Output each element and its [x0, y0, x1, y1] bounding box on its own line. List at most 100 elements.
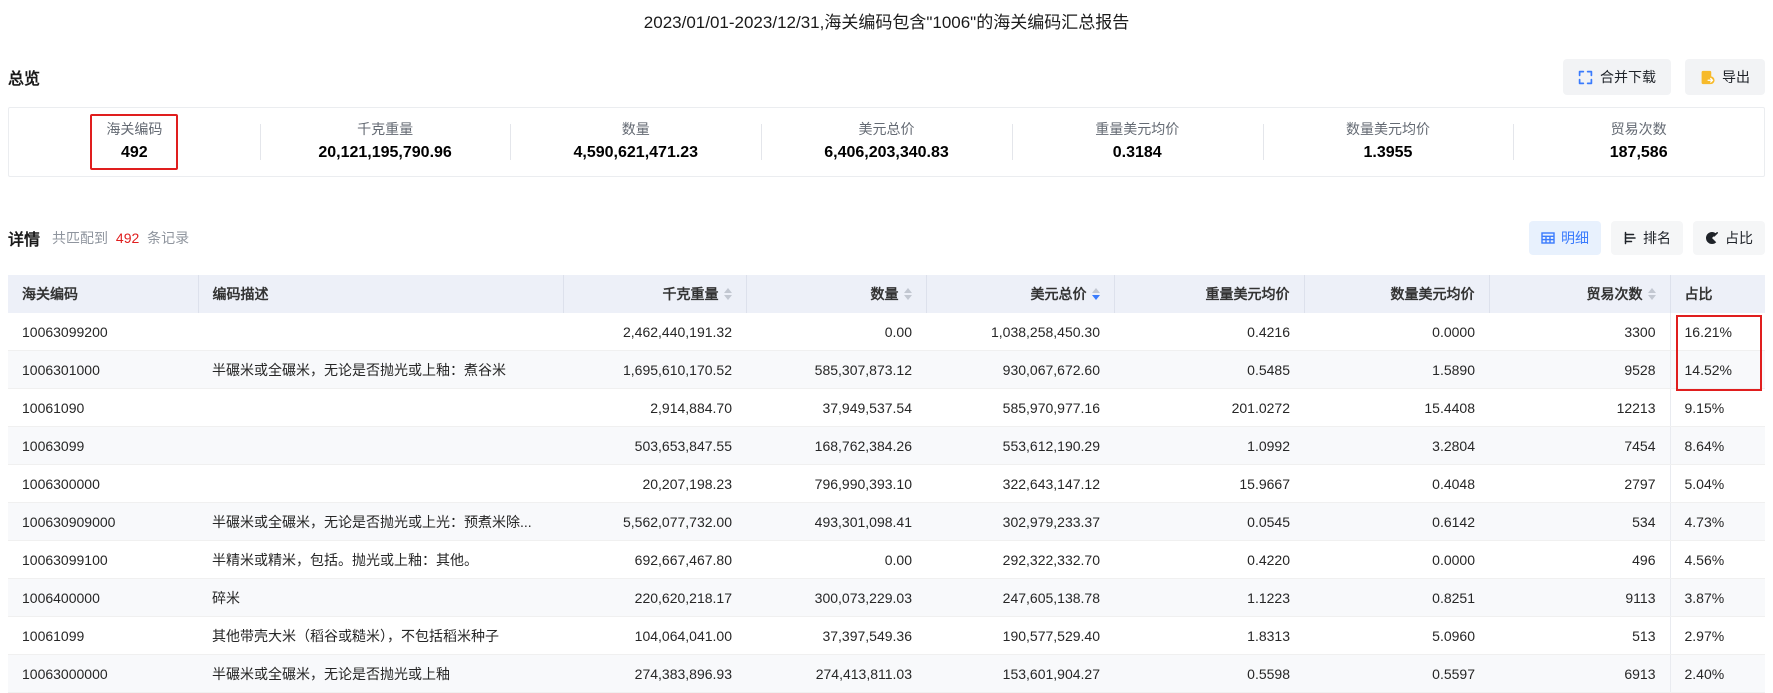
view-tabs: 明细排名 占比 — [1529, 221, 1765, 255]
stat-highlight-annotation: 海关编码492 — [90, 114, 178, 170]
cell-description — [198, 427, 563, 465]
match-count: 492 — [116, 230, 139, 246]
details-section-title: 详情 — [8, 226, 40, 250]
sort-asc-icon — [724, 288, 732, 293]
cell-usd-total: 930,067,672.60 — [926, 351, 1114, 389]
column-header-inner: 重量美元均价 — [1206, 284, 1290, 304]
sort-asc-icon — [1092, 288, 1100, 293]
cell-ratio: 4.73% — [1670, 503, 1765, 541]
cell-usd-per-qty-avg: 3.2804 — [1304, 427, 1489, 465]
table-row: 10061099其他带壳大米（稻谷或糙米），不包括稻米种子104,064,041… — [8, 617, 1765, 655]
cell-usd-total: 292,322,332.70 — [926, 541, 1114, 579]
cell-trade-count: 9528 — [1489, 351, 1670, 389]
column-label: 数量美元均价 — [1391, 284, 1475, 304]
details-left: 详情 共匹配到 492 条记录 — [8, 226, 189, 250]
cell-usd-per-qty-avg: 0.6142 — [1304, 503, 1489, 541]
export-icon — [1700, 70, 1715, 85]
sort-desc-icon — [724, 295, 732, 300]
column-header-quantity[interactable]: 数量 — [746, 275, 926, 313]
cell-trade-count: 534 — [1489, 503, 1670, 541]
cell-usd-per-qty-avg: 0.8251 — [1304, 579, 1489, 617]
details-table-wrap: 海关编码编码描述 千克重量 数量美元总价 重量美元均价 数量美元均价 贸易次数 占比 100… — [8, 275, 1765, 693]
table-row: 1006301000半碾米或全碾米，无论是否抛光或上釉：煮谷米1,695,610… — [8, 351, 1765, 389]
stat-label: 海关编码 — [106, 119, 162, 139]
cell-quantity: 300,073,229.03 — [746, 579, 926, 617]
stat-value: 4,590,621,471.23 — [574, 144, 699, 162]
cell-kg-weight: 503,653,847.55 — [563, 427, 746, 465]
cell-ratio: 2.97% — [1670, 617, 1765, 655]
cell-usd-per-kg-avg: 0.5485 — [1114, 351, 1304, 389]
cell-description: 半精米或精米，包括。抛光或上釉：其他。 — [198, 541, 563, 579]
cell-usd-per-qty-avg: 0.4048 — [1304, 465, 1489, 503]
stat-label: 贸易次数 — [1610, 119, 1668, 139]
column-header-inner: 千克重量 — [663, 284, 732, 304]
cell-description: 碎米 — [198, 579, 563, 617]
column-header-inner: 编码描述 — [213, 284, 269, 304]
cell-kg-weight: 274,383,896.93 — [563, 655, 746, 693]
stat-box: 数量 4,590,621,471.23 — [558, 114, 715, 170]
report-page: 2023/01/01-2023/12/31,海关编码包含"1006"的海关编码汇… — [0, 8, 1773, 693]
match-info: 共匹配到 492 条记录 — [52, 228, 189, 248]
cell-usd-per-qty-avg: 1.5890 — [1304, 351, 1489, 389]
overview-stat-2: 千克重量20,121,195,790.96 — [260, 114, 511, 170]
details-table: 海关编码编码描述 千克重量 数量美元总价 重量美元均价 数量美元均价 贸易次数 占比 100… — [8, 275, 1765, 693]
view-tab-label: 占比 — [1725, 228, 1753, 248]
cell-usd-total: 190,577,529.40 — [926, 617, 1114, 655]
sort-carets-icon — [724, 288, 732, 300]
merge-download-button[interactable]: 合并下载 — [1563, 59, 1671, 95]
cell-hs-code: 100630909000 — [8, 503, 198, 541]
cell-ratio: 8.64% — [1670, 427, 1765, 465]
overview-stat-7: 贸易次数187,586 — [1513, 114, 1764, 170]
cell-usd-per-qty-avg: 5.0960 — [1304, 617, 1489, 655]
match-suffix: 条记录 — [147, 230, 189, 246]
cell-usd-per-kg-avg: 1.1223 — [1114, 579, 1304, 617]
stat-label: 数量 — [574, 119, 699, 139]
column-label: 编码描述 — [213, 284, 269, 304]
cell-quantity: 585,307,873.12 — [746, 351, 926, 389]
column-header-kg-weight[interactable]: 千克重量 — [563, 275, 746, 313]
column-header-trade-count[interactable]: 贸易次数 — [1489, 275, 1670, 313]
stat-label: 重量美元均价 — [1095, 119, 1179, 139]
table-header-row: 海关编码编码描述 千克重量 数量美元总价 重量美元均价 数量美元均价 贸易次数 占比 — [8, 275, 1765, 313]
cell-description — [198, 389, 563, 427]
stat-box: 数量美元均价1.3955 — [1330, 114, 1446, 170]
cell-description — [198, 465, 563, 503]
cell-hs-code: 10063000000 — [8, 655, 198, 693]
view-tab-占比[interactable]: 占比 — [1693, 221, 1765, 255]
column-header-usd-total[interactable]: 美元总价 — [926, 275, 1114, 313]
column-header-hs-code: 海关编码 — [8, 275, 198, 313]
cell-usd-per-qty-avg: 0.0000 — [1304, 313, 1489, 351]
overview-stat-5: 重量美元均价0.3184 — [1012, 114, 1263, 170]
table-row: 10063099100半精米或精米，包括。抛光或上釉：其他。692,667,46… — [8, 541, 1765, 579]
cell-hs-code: 10063099 — [8, 427, 198, 465]
cell-quantity: 0.00 — [746, 541, 926, 579]
cell-ratio: 4.56% — [1670, 541, 1765, 579]
table-icon — [1541, 231, 1555, 245]
cell-hs-code: 10061099 — [8, 617, 198, 655]
column-header-inner: 数量 — [871, 284, 912, 304]
view-tab-排名[interactable]: 排名 — [1611, 221, 1683, 255]
sort-carets-icon — [1648, 288, 1656, 300]
cell-quantity: 37,949,537.54 — [746, 389, 926, 427]
column-header-inner: 占比 — [1685, 284, 1713, 304]
cell-quantity: 168,762,384.26 — [746, 427, 926, 465]
export-button[interactable]: 导出 — [1685, 59, 1765, 95]
cell-quantity: 796,990,393.10 — [746, 465, 926, 503]
cell-ratio: 5.04% — [1670, 465, 1765, 503]
export-label: 导出 — [1722, 67, 1750, 87]
overview-stats-card: 海关编码492 千克重量20,121,195,790.96 数量 4,590,621,… — [8, 107, 1765, 177]
sort-desc-icon — [904, 295, 912, 300]
cell-kg-weight: 104,064,041.00 — [563, 617, 746, 655]
column-label: 重量美元均价 — [1206, 284, 1290, 304]
cell-usd-total: 585,970,977.16 — [926, 389, 1114, 427]
column-label: 贸易次数 — [1587, 284, 1643, 304]
cell-ratio: 3.87% — [1670, 579, 1765, 617]
cell-usd-total: 153,601,904.27 — [926, 655, 1114, 693]
cell-ratio: 2.40% — [1670, 655, 1765, 693]
column-header-ratio: 占比 — [1670, 275, 1765, 313]
stat-label: 数量美元均价 — [1346, 119, 1430, 139]
overview-stat-6: 数量美元均价1.3955 — [1263, 114, 1514, 170]
overview-stat-3: 数量 4,590,621,471.23 — [510, 114, 761, 170]
view-tab-明细[interactable]: 明细 — [1529, 221, 1601, 255]
column-header-inner: 贸易次数 — [1587, 284, 1656, 304]
